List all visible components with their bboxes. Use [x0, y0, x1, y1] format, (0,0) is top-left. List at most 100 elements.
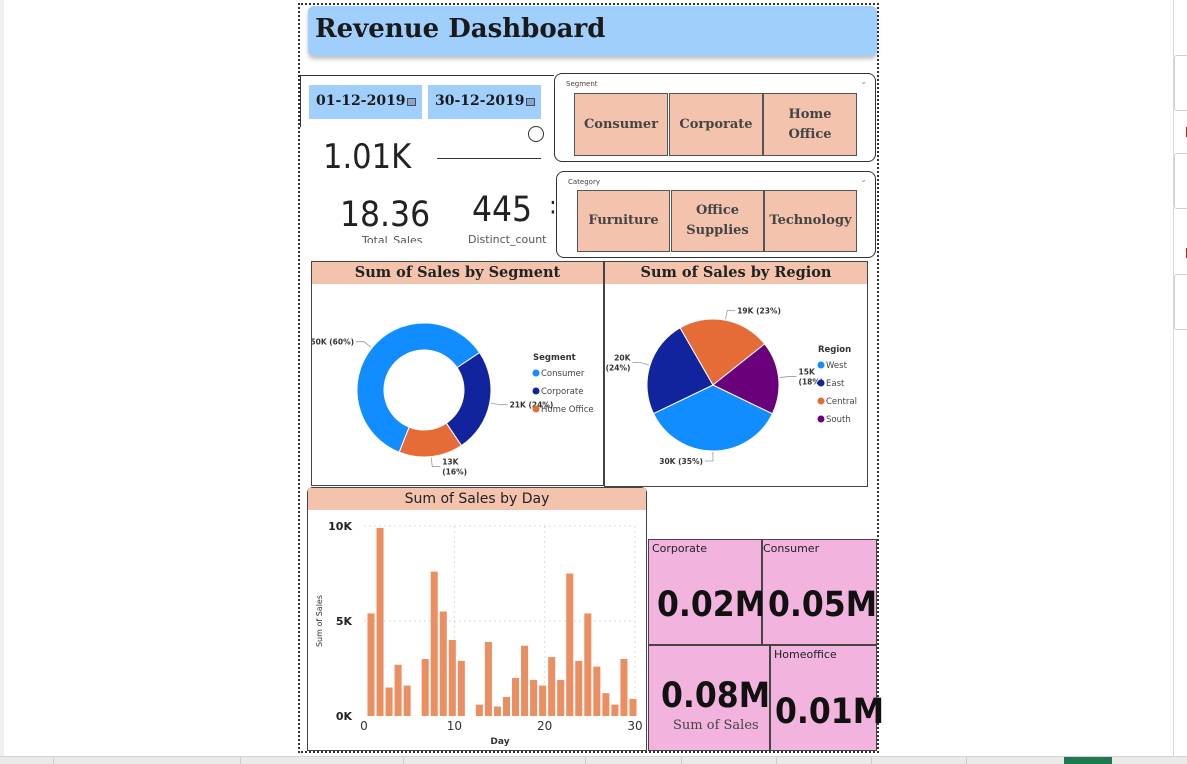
category-option-technology[interactable]: Technology: [764, 190, 857, 252]
x-tick-label: 30: [627, 719, 642, 733]
homeoffice-card-value: 0.01M: [775, 692, 885, 732]
kpi-top-value: 1.01K: [323, 137, 412, 177]
data-label-east: (24%): [606, 364, 631, 373]
date-filter-frame: [300, 75, 301, 127]
sheet-tab-divider: [585, 757, 586, 764]
category-option-office-supplies[interactable]: Office Supplies: [671, 190, 764, 252]
sheet-tab-divider: [776, 757, 777, 764]
legend-title: Region: [818, 345, 851, 355]
segment-donut-chart: 50K (60%)21K (24%)13K(16%)SegmentConsume…: [312, 322, 594, 477]
sheet-tab-divider: [966, 757, 967, 764]
data-label-central: 19K (23%): [737, 306, 781, 315]
data-label-west: 30K (35%): [659, 457, 703, 466]
sheet-tab-divider: [53, 757, 54, 764]
calendar-icon[interactable]: [526, 98, 535, 106]
legend-marker-south: [817, 415, 825, 423]
bar-day-13: [475, 704, 483, 716]
x-tick-label: 20: [537, 719, 552, 733]
data-label-home-office: 13K: [442, 458, 459, 467]
x-tick-label: 10: [447, 719, 462, 733]
legend-label-east: East: [826, 379, 845, 389]
corporate-card: Corporate 0.02M: [648, 539, 766, 645]
page-title: Revenue Dashboard: [315, 14, 606, 44]
start-date-value: 01-12-2019: [316, 93, 406, 109]
legend-label-south: South: [826, 415, 851, 425]
segment-chart-panel: Sum of Sales by Segment 50K (60%) 21K (24…: [311, 261, 604, 486]
homeoffice-card-label: Homeoffice: [774, 648, 837, 661]
window-left-edge: [0, 0, 4, 764]
category-option-furniture[interactable]: Furniture: [577, 190, 670, 252]
fields-pane-tab[interactable]: [1174, 274, 1187, 330]
legend-title: Segment: [533, 353, 576, 363]
data-label-south: 15K: [799, 368, 816, 377]
bar-day-15: [493, 706, 501, 716]
chevron-down-icon[interactable]: ⌄: [860, 175, 867, 184]
x-tick-label: 0: [360, 719, 368, 733]
sheet-tab-divider: [871, 757, 872, 764]
slice-leader-line: [779, 376, 797, 378]
sheet-tab-divider: [681, 757, 682, 764]
segment-option-home-office[interactable]: Home Office: [763, 93, 857, 156]
legend-label-central: Central: [826, 397, 857, 407]
segment-chart-title: Sum of Sales by Segment: [312, 262, 603, 284]
start-date-input[interactable]: 01-12-2019: [309, 85, 422, 119]
bar-day-26: [593, 666, 601, 716]
kpi-distinct-label: Distinct_count: [468, 233, 547, 246]
visualizations-pane-tab[interactable]: [1174, 153, 1187, 209]
category-slicer[interactable]: Category ⌄ Furniture Office Supplies Tec…: [556, 171, 876, 258]
bar-day-10: [448, 640, 456, 716]
region-chart-title: Sum of Sales by Region: [605, 262, 867, 284]
bar-day-20: [539, 685, 547, 716]
slice-leader-line: [704, 451, 714, 462]
segment-option-consumer[interactable]: Consumer: [574, 93, 668, 156]
title-bar: Revenue Dashboard: [308, 6, 877, 56]
active-sheet-tab[interactable]: [1064, 757, 1112, 764]
filters-pane-tab[interactable]: [1174, 55, 1187, 111]
consumer-card: Consumer 0.05M: [762, 539, 877, 645]
bar-day-8: [430, 571, 438, 716]
day-bar-chart: 0K 5K 10K 0 10 20 30 Day Sum of Sales: [315, 520, 643, 747]
consumer-card-value: 0.05M: [768, 585, 878, 625]
bar-day-14: [484, 641, 492, 716]
sheet-tab-bar: [0, 756, 1187, 764]
legend-marker-central: [817, 397, 825, 405]
legend-label-home-office: Home Office: [541, 405, 594, 415]
segment-slicer-title: Segment: [566, 80, 598, 88]
bar-day-24: [575, 660, 583, 716]
date-filter-frame: [300, 75, 554, 76]
bar-day-5: [403, 685, 411, 716]
legend-marker-west: [817, 361, 825, 369]
calendar-icon[interactable]: [407, 98, 416, 106]
legend-label-corporate: Corporate: [541, 387, 584, 397]
y-axis-label: Sum of Sales: [315, 595, 324, 647]
date-slider-thumb[interactable]: [528, 126, 544, 142]
region-chart-panel: Sum of Sales by Region 30K (35%) 20K (24%)…: [604, 261, 868, 487]
bar-day-19: [530, 679, 538, 716]
segment-option-corporate[interactable]: Corporate: [669, 93, 763, 156]
bar-day-30: [629, 698, 637, 716]
data-label-home-office: (16%): [442, 468, 467, 477]
bar-day-25: [584, 613, 592, 716]
chevron-down-icon[interactable]: ⌄: [860, 77, 867, 86]
bar-day-16: [502, 697, 511, 716]
data-label-east: 20K: [614, 354, 631, 363]
legend-label-west: West: [826, 361, 848, 371]
segment-slicer[interactable]: Segment ⌄ Consumer Corporate Home Office: [554, 73, 876, 162]
end-date-value: 30-12-2019: [435, 93, 525, 109]
date-slider-track[interactable]: [437, 158, 541, 159]
homeoffice-card: Homeoffice 0.01M: [770, 645, 884, 751]
data-label-consumer: 50K (60%): [312, 338, 354, 347]
kpi-clipped-glyph: ∶: [550, 193, 556, 222]
legend-label-consumer: Consumer: [541, 369, 585, 379]
bar-day-17: [512, 678, 520, 716]
y-tick-label: 5K: [336, 615, 353, 628]
end-date-input[interactable]: 30-12-2019: [428, 85, 541, 119]
slice-leader-line: [430, 457, 441, 467]
bar-day-1: [367, 613, 375, 716]
y-tick-label: 0K: [336, 710, 353, 723]
bar-day-28: [611, 704, 619, 716]
right-pane-rail: [1173, 0, 1187, 756]
sheet-tab-divider: [240, 757, 241, 764]
total-sales-card-value: 0.08M: [661, 676, 771, 716]
kpi-total-sales-label-clip: Total_Sales: [340, 230, 440, 243]
